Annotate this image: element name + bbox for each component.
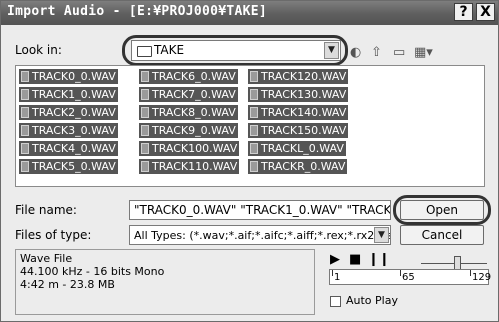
file-item[interactable]: TRACKL_0.WAV — [248, 141, 346, 156]
file-item-label: TRACK8_0.WAV — [152, 106, 236, 119]
file-item[interactable]: TRACK0_0.WAV — [19, 69, 118, 84]
open-button-highlight — [393, 195, 491, 225]
file-item-label: TRACK6_0.WAV — [152, 70, 236, 83]
auto-play-checkbox[interactable] — [330, 296, 341, 307]
file-item-label: TRACKR_0.WAV — [261, 160, 346, 173]
file-type-value: All Types: (*.wav;*.aif;*.aifc;*.aiff;*.… — [134, 229, 391, 242]
file-format-info: 44.100 kHz - 16 bits Mono — [20, 265, 165, 278]
up-folder-icon[interactable]: ⇧ — [371, 45, 382, 60]
pause-icon[interactable]: ❙❙ — [368, 252, 390, 267]
ruler-label-end: 129 — [472, 272, 492, 283]
file-type-label: Files of type: — [15, 228, 92, 242]
file-item[interactable]: TRACK6_0.WAV — [139, 69, 238, 84]
file-item-label: TRACK130.WAV — [261, 88, 347, 101]
file-item[interactable]: TRACK4_0.WAV — [19, 141, 118, 156]
file-name-value: "TRACK0_0.WAV" "TRACK1_0.WAV" "TRACK2_0.… — [134, 203, 391, 217]
file-type-info: Wave File — [20, 252, 73, 265]
file-item-label: TRACK2_0.WAV — [32, 106, 116, 119]
view-menu-icon[interactable]: ▦▾ — [414, 45, 433, 60]
file-item-label: TRACK120.WAV — [261, 70, 347, 83]
file-item[interactable]: TRACK1_0.WAV — [19, 87, 118, 102]
file-item-label: TRACK150.WAV — [261, 124, 347, 137]
auto-play-label: Auto Play — [346, 294, 398, 307]
file-item[interactable]: TRACK100.WAV — [139, 141, 240, 156]
file-item[interactable]: TRACK110.WAV — [139, 159, 240, 174]
file-item-label: TRACK5_0.WAV — [32, 160, 116, 173]
dialog-title: Import Audio - [E:¥PROJ000¥TAKE] — [7, 4, 268, 19]
audio-file-icon — [21, 143, 29, 154]
file-item-label: TRACKL_0.WAV — [261, 142, 344, 155]
stop-icon[interactable]: ■ — [349, 252, 361, 267]
file-item[interactable]: TRACK130.WAV — [248, 87, 349, 102]
file-type-dropdown[interactable]: All Types: (*.wav;*.aif;*.aifc;*.aiff;*.… — [129, 225, 391, 245]
close-button[interactable]: X — [476, 3, 495, 21]
audio-file-icon — [21, 89, 29, 100]
file-item-label: TRACK1_0.WAV — [32, 88, 116, 101]
file-info-panel: Wave File 44.100 kHz - 16 bits Mono 4:42… — [15, 249, 315, 315]
audio-file-icon — [141, 89, 149, 100]
import-audio-dialog: Import Audio - [E:¥PROJ000¥TAKE] ? X Loo… — [0, 0, 499, 322]
audio-file-icon — [250, 107, 258, 118]
cancel-button[interactable]: Cancel — [400, 225, 484, 245]
new-folder-icon[interactable]: ▭ — [393, 45, 405, 60]
audio-file-icon — [141, 107, 149, 118]
file-duration-info: 4:42 m - 23.8 MB — [20, 278, 115, 291]
volume-slider-thumb[interactable] — [454, 256, 461, 270]
position-ruler[interactable]: 1 65 129 — [329, 269, 492, 285]
audio-file-icon — [21, 107, 29, 118]
ruler-label-mid: 65 — [402, 272, 415, 283]
file-list[interactable]: TRACK0_0.WAV TRACK1_0.WAV TRACK2_0.WAV TRAC… — [15, 65, 485, 187]
file-item-label: TRACK3_0.WAV — [32, 124, 116, 137]
file-item[interactable]: TRACK140.WAV — [248, 105, 349, 120]
file-name-label: File name: — [15, 203, 77, 217]
file-item-label: TRACK100.WAV — [152, 142, 238, 155]
help-button[interactable]: ? — [454, 3, 473, 21]
file-item-label: TRACK7_0.WAV — [152, 88, 236, 101]
file-item[interactable]: TRACK5_0.WAV — [19, 159, 118, 174]
file-item[interactable]: TRACK120.WAV — [248, 69, 349, 84]
file-name-field[interactable]: "TRACK0_0.WAV" "TRACK1_0.WAV" "TRACK2_0.… — [129, 200, 391, 220]
audio-file-icon — [141, 143, 149, 154]
audio-file-icon — [250, 161, 258, 172]
play-icon[interactable]: ▶ — [330, 252, 340, 267]
file-item-label: TRACK110.WAV — [152, 160, 238, 173]
chevron-down-icon[interactable]: ▼ — [374, 227, 389, 243]
file-item[interactable]: TRACK2_0.WAV — [19, 105, 118, 120]
back-icon[interactable]: ◐ — [350, 45, 361, 60]
look-in-highlight — [122, 35, 348, 66]
audio-file-icon — [141, 161, 149, 172]
audio-file-icon — [250, 125, 258, 136]
file-item[interactable]: TRACK8_0.WAV — [139, 105, 238, 120]
audio-file-icon — [250, 71, 258, 82]
audio-file-icon — [21, 125, 29, 136]
look-in-label: Look in: — [15, 43, 62, 57]
title-bar: Import Audio - [E:¥PROJ000¥TAKE] ? X — [1, 1, 498, 25]
file-item[interactable]: TRACKR_0.WAV — [248, 159, 348, 174]
audio-file-icon — [250, 143, 258, 154]
audio-file-icon — [141, 125, 149, 136]
file-item[interactable]: TRACK3_0.WAV — [19, 123, 118, 138]
file-item-label: TRACK0_0.WAV — [32, 70, 116, 83]
file-item-label: TRACK140.WAV — [261, 106, 347, 119]
audio-file-icon — [250, 89, 258, 100]
audio-file-icon — [21, 161, 29, 172]
file-item-label: TRACK4_0.WAV — [32, 142, 116, 155]
audio-file-icon — [141, 71, 149, 82]
file-item[interactable]: TRACK150.WAV — [248, 123, 349, 138]
file-item-label: TRACK9_0.WAV — [152, 124, 236, 137]
file-item[interactable]: TRACK7_0.WAV — [139, 87, 238, 102]
audio-file-icon — [21, 71, 29, 82]
ruler-label-start: 1 — [334, 272, 341, 283]
file-item[interactable]: TRACK9_0.WAV — [139, 123, 238, 138]
